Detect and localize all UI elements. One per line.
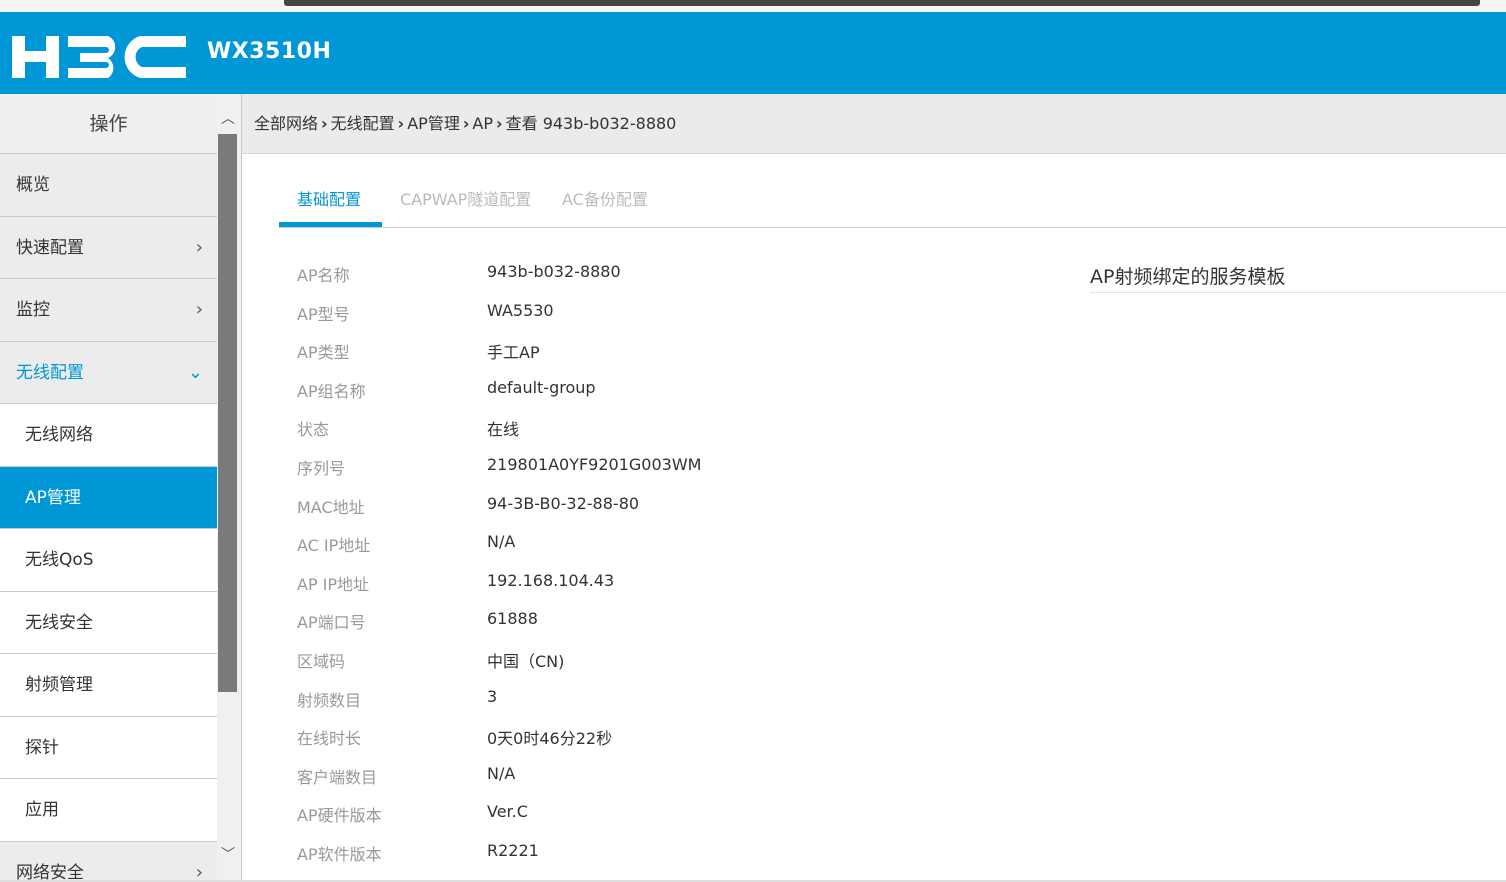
breadcrumb-item[interactable]: 无线配置 (331, 114, 395, 133)
radio-service-template-title: AP射频绑定的服务模板 (1090, 266, 1286, 288)
h3c-logo (12, 36, 186, 78)
info-value: N/A (487, 763, 516, 783)
sidebar-item-wireless-network[interactable]: 无线网络 (0, 404, 217, 467)
sidebar-menu: 概览快速配置 › 监控 › 无线配置 ⌄ 无线网络 AP管理无线QoS 无线安全射频管理探针应用… (0, 154, 217, 882)
chevron-right-icon: › (195, 299, 203, 320)
info-label: AP软件版本 (297, 844, 382, 864)
right-panel-divider (1090, 292, 1506, 293)
info-label: 序列号 (297, 458, 346, 478)
breadcrumb-chevron-icon: › (397, 114, 405, 133)
info-label: AP名称 (297, 266, 350, 285)
info-value: 3 (487, 686, 498, 706)
breadcrumb-chevron-icon: › (321, 114, 328, 133)
info-label: AC IP地址 (297, 536, 371, 556)
sidebar-title: 操作 (0, 94, 217, 154)
info-label: AP端口号 (297, 613, 366, 633)
sidebar-item-wireless-config[interactable]: 无线配置 ⌄ (0, 341, 217, 404)
breadcrumb-chevron-icon: › (496, 114, 503, 133)
chevron-right-icon: › (195, 236, 203, 258)
info-value: N/A (487, 532, 516, 552)
sidebar-item-probe[interactable]: 探针 (0, 716, 217, 779)
sidebar-item-quick-config[interactable]: 快速配置 › (0, 216, 217, 279)
info-label: 客户端数目 (297, 767, 378, 787)
breadcrumb-chevron-icon: › (462, 114, 470, 133)
sidebar-item-label: AP管理 (25, 487, 81, 508)
sidebar-item-radio-management[interactable]: 射频管理 (0, 654, 217, 717)
sidebar-item-label: 无线QoS (25, 550, 94, 570)
info-value: 943b-b032-8880 (487, 262, 621, 281)
sidebar-item-overview[interactable]: 概览 (0, 154, 217, 217)
device-model: WX3510H (207, 39, 332, 64)
info-label: AP硬件版本 (297, 806, 382, 826)
info-value: R2221 (487, 840, 539, 860)
sidebar-item-wireless-qos[interactable]: 无线QoS (0, 529, 217, 592)
scroll-up-icon[interactable]: ︿ (217, 108, 239, 128)
active-tab-indicator (279, 222, 382, 227)
sidebar-item-label: 应用 (25, 800, 59, 820)
info-value: WA5530 (487, 300, 554, 320)
info-value: 0天0时46分22秒 (487, 729, 613, 749)
info-value: 中国（CN) (487, 651, 565, 671)
sidebar-item-label: 射频管理 (25, 675, 93, 695)
chevron-right-icon: › (195, 861, 203, 882)
tab-capwap-tunnel[interactable]: CAPWAP隧道配置 (400, 186, 531, 226)
sidebar-item-ap-management[interactable]: AP管理 (0, 466, 217, 529)
sidebar-item-wireless-security[interactable]: 无线安全 (0, 591, 217, 654)
browser-top-strip (0, 0, 1506, 12)
sidebar-item-label: 无线网络 (25, 425, 93, 445)
info-label: MAC地址 (297, 497, 365, 517)
info-value: 手工AP (487, 343, 540, 363)
info-value: Ver.C (487, 802, 528, 822)
breadcrumb-item: 查看 943b-b032-8880 (505, 114, 677, 133)
app-header: WX3510H (0, 12, 1506, 94)
info-label: AP组名称 (297, 381, 366, 401)
breadcrumb-item[interactable]: 全部网络 (254, 114, 318, 133)
info-label: 在线时长 (297, 729, 362, 749)
breadcrumb-item[interactable]: AP管理 (407, 114, 460, 133)
sidebar-item-label: 无线配置 (16, 362, 84, 383)
info-value: 61888 (487, 609, 538, 629)
chevron-down-icon: ⌄ (187, 361, 203, 383)
info-value: 在线 (487, 420, 520, 440)
tab-basic-config[interactable]: 基础配置 (297, 186, 361, 226)
tab-bar: 基础配置 CAPWAP隧道配置 AC备份配置 (279, 170, 1506, 228)
sidebar-item-application[interactable]: 应用 (0, 779, 217, 842)
sidebar-item-monitor[interactable]: 监控 › (0, 279, 217, 342)
info-label: AP型号 (297, 304, 350, 324)
info-label: 状态 (297, 420, 330, 440)
sidebar-item-label: 概览 (16, 175, 50, 195)
tab-ac-backup[interactable]: AC备份配置 (562, 186, 648, 226)
breadcrumb: 全部网络 › 无线配置 › AP管理 › AP › 查看 943b-b032-8880 (242, 94, 1506, 154)
sidebar-item-label: 监控 (16, 300, 50, 320)
sidebar: 操作 ︿ ﹀ 概览快速配置 › 监控 › 无线配置 ⌄ 无线网络 AP管理无线QoS 无线安全射… (0, 94, 242, 882)
info-value: 94-3B-B0-32-88-80 (487, 493, 640, 513)
info-label: 射频数目 (297, 690, 362, 710)
info-label: AP类型 (297, 343, 350, 363)
browser-scroll-edge (284, 0, 1480, 6)
info-value: default-group (487, 377, 596, 397)
info-value: 219801A0YF9201G003WM (487, 454, 702, 474)
info-value: 192.168.104.43 (487, 570, 615, 590)
sidebar-scroll-thumb[interactable] (218, 134, 237, 692)
sidebar-item-label: 快速配置 (16, 237, 84, 258)
info-label: AP IP地址 (297, 574, 370, 594)
scroll-down-icon[interactable]: ﹀ (217, 844, 239, 864)
sidebar-item-label: 无线安全 (25, 612, 93, 633)
sidebar-item-label: 探针 (25, 737, 59, 758)
info-label: 区域码 (297, 651, 346, 671)
sidebar-item-network-security[interactable]: 网络安全 › (0, 841, 217, 882)
breadcrumb-item[interactable]: AP (472, 114, 493, 133)
